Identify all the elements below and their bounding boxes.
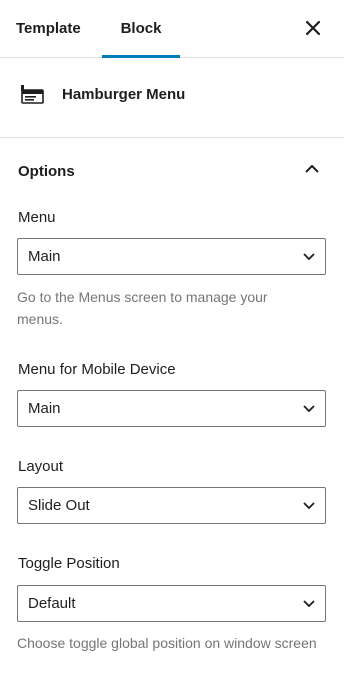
tab-template[interactable]: Template — [16, 0, 81, 58]
mobile-menu-select-value: Main — [28, 400, 61, 417]
layout-select-value: Slide Out — [28, 497, 90, 514]
chevron-down-icon — [303, 405, 315, 413]
block-card: Hamburger Menu — [0, 58, 344, 138]
hamburger-menu-block-icon — [21, 85, 44, 104]
chevron-down-icon — [303, 253, 315, 261]
chevron-down-icon — [303, 600, 315, 608]
panel-title-options[interactable]: Options — [18, 163, 75, 180]
chevron-down-icon — [303, 502, 315, 510]
close-icon[interactable] — [304, 19, 322, 37]
tab-block-label: Block — [120, 20, 162, 37]
toggle-position-label: Toggle Position — [18, 555, 120, 572]
menu-select-value: Main — [28, 248, 61, 265]
sidebar-tabs: Template Block — [0, 0, 344, 58]
chevron-up-icon[interactable] — [304, 163, 320, 175]
menu-select[interactable]: Main — [17, 238, 326, 275]
mobile-menu-label: Menu for Mobile Device — [18, 361, 176, 378]
block-title: Hamburger Menu — [62, 86, 186, 103]
layout-select[interactable]: Slide Out — [17, 487, 326, 524]
toggle-position-select-value: Default — [28, 595, 76, 612]
toggle-position-help-text: Choose toggle global position on window … — [17, 635, 317, 651]
menu-label: Menu — [18, 209, 56, 226]
toggle-position-select[interactable]: Default — [17, 585, 326, 622]
menu-help-text: Go to the Menus screen to manage your me… — [17, 289, 268, 327]
tab-block[interactable]: Block — [102, 0, 180, 58]
layout-label: Layout — [18, 458, 64, 475]
mobile-menu-select[interactable]: Main — [17, 390, 326, 427]
